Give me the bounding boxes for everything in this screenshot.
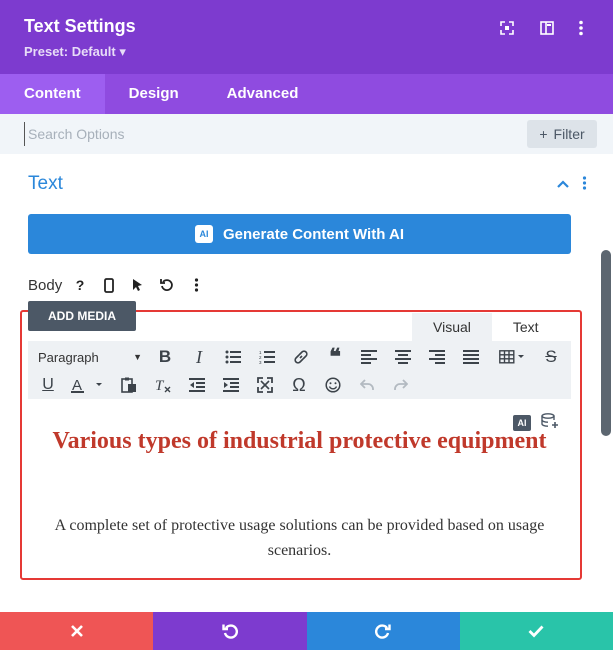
align-center-icon[interactable] [392,346,414,368]
section-more-icon[interactable] [582,176,587,195]
close-icon [70,625,83,637]
preset-dropdown[interactable]: Preset: Default ▾ [24,44,126,60]
undo-icon[interactable] [356,374,378,396]
clear-formatting-icon[interactable]: T [152,374,174,396]
align-left-icon[interactable] [358,346,380,368]
generate-ai-label: Generate Content With AI [223,225,404,243]
section-title[interactable]: Text [28,173,63,195]
table-icon[interactable] [496,346,528,368]
redo-button[interactable] [306,612,460,650]
search-bar: + Filter [0,114,613,154]
outdent-icon[interactable] [186,374,208,396]
caret-down-icon: ▼ [133,352,142,362]
editor-mode-tabs: Visual Text [412,313,560,341]
tab-design[interactable]: Design [105,74,203,114]
hover-cursor-icon[interactable] [128,275,148,295]
body-label: Body [28,277,63,294]
tab-content[interactable]: Content [0,74,105,114]
strikethrough-icon[interactable]: S [540,346,562,368]
align-right-icon[interactable] [426,346,448,368]
filter-label: Filter [553,126,585,142]
svg-text:T: T [155,378,165,393]
search-input[interactable] [24,122,494,146]
check-icon [528,625,544,638]
body-more-icon[interactable] [186,275,206,295]
action-bar [0,612,613,650]
bullet-list-icon[interactable] [222,346,244,368]
numbered-list-icon[interactable]: 123 [256,346,278,368]
editor-toolbar: Paragraph ▼ B I 123 ❝ S U A T Ω [28,341,571,399]
editor-content[interactable]: AI Various types of industrial protectiv… [28,399,571,575]
svg-text:3: 3 [259,360,262,364]
generate-ai-button[interactable]: AI Generate Content With AI [28,214,571,254]
undo-arrow-icon [222,624,238,639]
add-media-button[interactable]: ADD MEDIA [28,301,136,331]
redo-arrow-icon [375,624,391,639]
expand-icon[interactable] [497,18,517,38]
format-select-value: Paragraph [38,349,99,365]
cancel-button[interactable] [0,612,154,650]
italic-icon[interactable]: I [188,346,210,368]
emoji-icon[interactable] [322,374,344,396]
help-icon[interactable]: ? [70,275,90,295]
tab-advanced[interactable]: Advanced [203,74,323,114]
tab-text[interactable]: Text [491,313,560,341]
fullscreen-icon[interactable] [254,374,276,396]
redo-icon[interactable] [390,374,412,396]
svg-text:A: A [72,377,82,393]
underline-icon[interactable]: U [37,374,59,396]
settings-tabs: Content Design Advanced [0,74,613,114]
more-vertical-icon[interactable] [571,18,591,38]
link-icon[interactable] [290,346,312,368]
reset-icon[interactable] [157,275,177,295]
modal-title: Text Settings [24,16,136,36]
undo-button[interactable] [153,612,307,650]
panel-scrollbar[interactable] [601,250,611,436]
format-select[interactable]: Paragraph ▼ [38,347,142,367]
paste-text-icon[interactable] [118,374,140,396]
settings-header: Text Settings Preset: Default ▾ [0,0,613,74]
text-color-icon[interactable]: A [68,374,108,396]
tab-visual[interactable]: Visual [412,313,492,341]
mobile-device-icon[interactable] [99,275,119,295]
sidebar-layout-icon[interactable] [537,18,557,38]
special-character-icon[interactable]: Ω [288,374,310,396]
content-heading: Various types of industrial protective e… [52,428,547,454]
plus-icon: + [539,126,548,142]
bold-icon[interactable]: B [154,346,176,368]
chevron-up-icon[interactable] [556,176,570,194]
filter-button[interactable]: + Filter [527,120,597,148]
ai-icon: AI [195,225,213,243]
save-button[interactable] [459,612,613,650]
indent-icon[interactable] [220,374,242,396]
content-paragraph: A complete set of protective usage solut… [54,517,545,559]
align-justify-icon[interactable] [460,346,482,368]
blockquote-icon[interactable]: ❝ [324,344,346,369]
